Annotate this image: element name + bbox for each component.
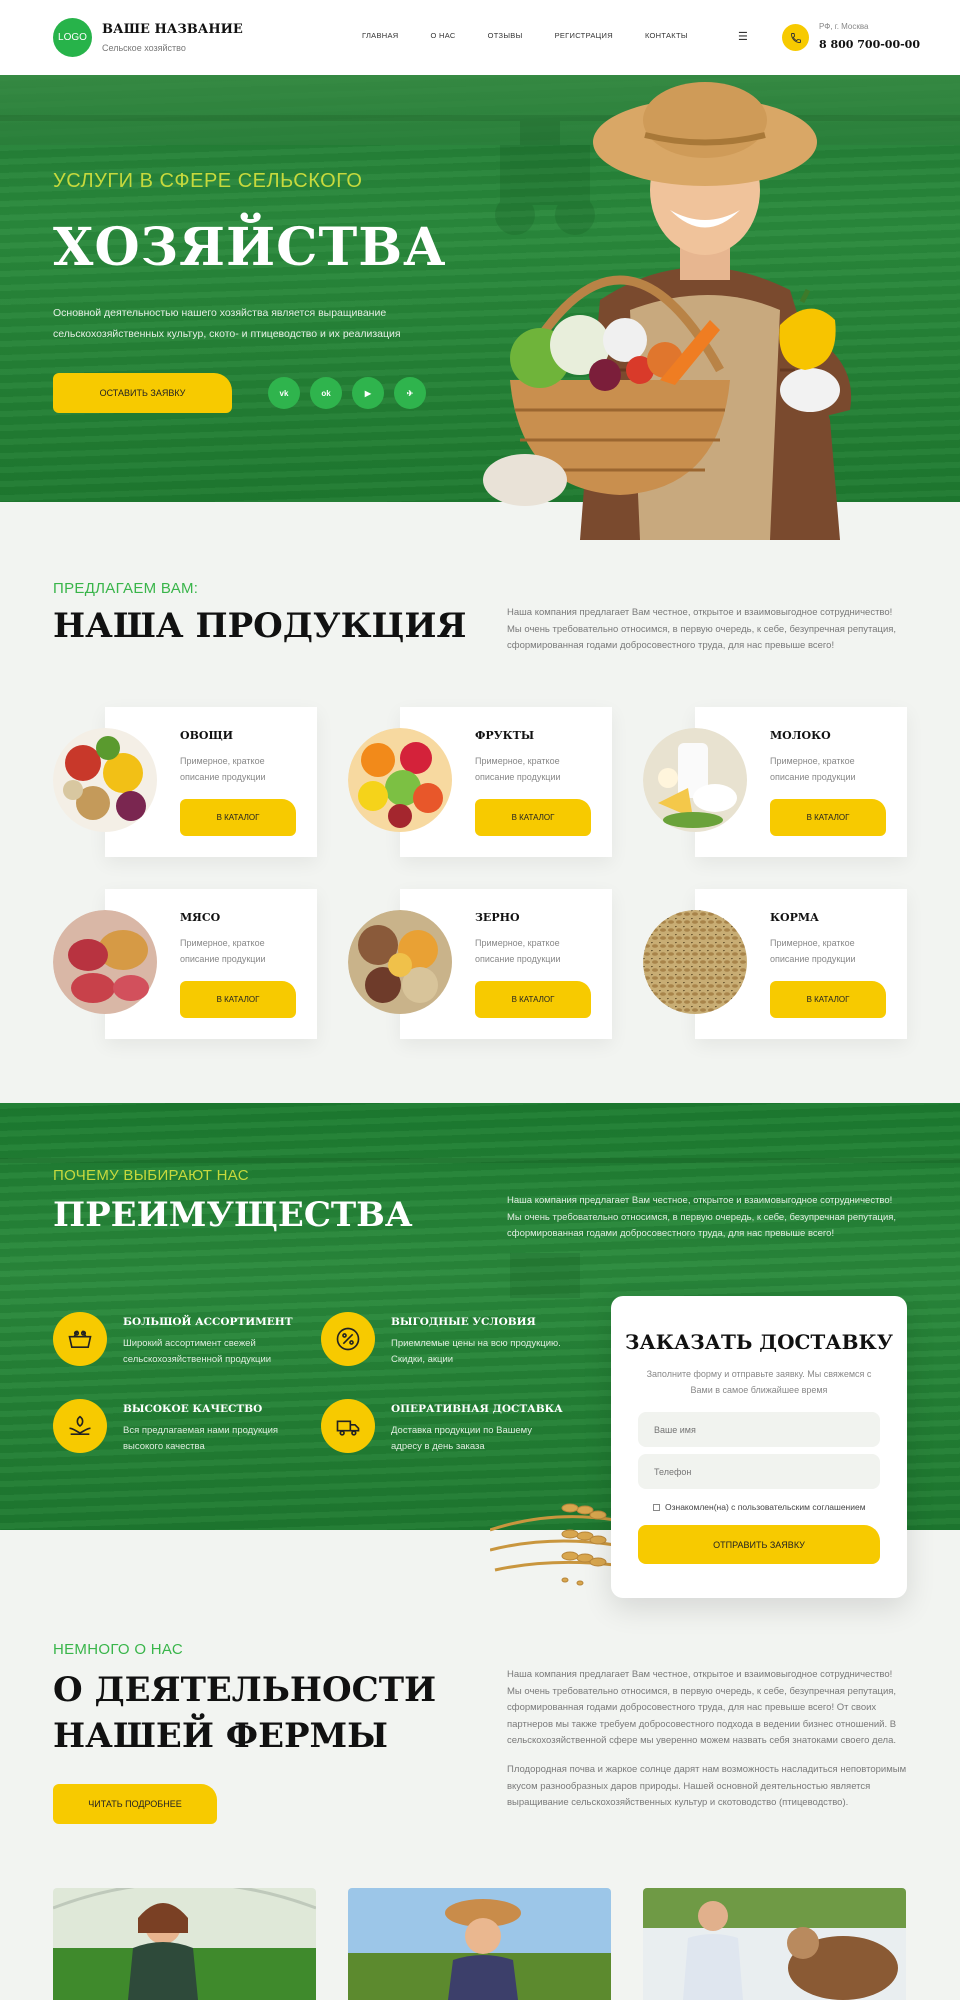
catalog-button[interactable]: В КАТАЛОГ: [770, 981, 886, 1018]
brand-title: ВАШЕ НАЗВАНИЕ: [102, 22, 243, 37]
phone-input[interactable]: [638, 1454, 880, 1489]
wheat-image: [490, 1503, 616, 1586]
advantage-desc: Широкий ассортимент свежей сельскохозяйс…: [123, 1338, 272, 1365]
about-text-1: Наша компания предлагает Вам честное, от…: [507, 1669, 897, 1746]
nav-registration[interactable]: РЕГИСТРАЦИЯ: [555, 31, 613, 40]
vegetables-image: [53, 728, 157, 832]
product-desc: Примерное, краткое описание продукции: [475, 938, 561, 964]
brand-subtitle: Сельское хозяйство: [102, 43, 186, 53]
product-title: КОРМА: [770, 911, 819, 924]
products-text: Наша компания предлагает Вам честное, от…: [507, 607, 897, 651]
catalog-button[interactable]: В КАТАЛОГ: [770, 799, 886, 836]
team-photo-1: [53, 1888, 316, 2000]
nav-home[interactable]: ГЛАВНАЯ: [362, 31, 399, 40]
header-city: РФ, г. Москва: [819, 22, 869, 31]
vk-icon[interactable]: vk: [268, 377, 300, 409]
fruits-image: [348, 728, 452, 832]
name-input[interactable]: [638, 1412, 880, 1447]
discount-icon: [321, 1312, 375, 1366]
submit-request-button[interactable]: ОТПРАВИТЬ ЗАЯВКУ: [638, 1525, 880, 1564]
leave-request-button[interactable]: ОСТАВИТЬ ЗАЯВКУ: [53, 373, 232, 413]
catalog-button[interactable]: В КАТАЛОГ: [475, 799, 591, 836]
advantages-title: ПРЕИМУЩЕСТВА: [53, 1195, 413, 1235]
feed-image: [643, 910, 747, 1014]
product-title: ЗЕРНО: [475, 911, 520, 924]
catalog-button[interactable]: В КАТАЛОГ: [180, 799, 296, 836]
youtube-icon[interactable]: ▶: [352, 377, 384, 409]
basket-icon: [53, 1312, 107, 1366]
farmer-image: [483, 82, 852, 540]
product-title: МЯСО: [180, 911, 221, 924]
advantage-desc: Приемлемые цены на всю продукцию. Скидки…: [391, 1338, 561, 1365]
agreement-checkbox[interactable]: Ознакомлен(на) с пользовательским соглаш…: [653, 1502, 866, 1512]
read-more-button[interactable]: ЧИТАТЬ ПОДРОБНЕЕ: [53, 1784, 217, 1824]
nav-about[interactable]: О НАС: [431, 31, 456, 40]
social-links: vk ok ▶ ✈: [268, 377, 426, 409]
main-nav: ГЛАВНАЯ О НАС ОТЗЫВЫ РЕГИСТРАЦИЯ КОНТАКТ…: [362, 31, 688, 40]
hero-title: ХОЗЯЙСТВА: [53, 217, 447, 278]
brand: ВАШЕ НАЗВАНИЕ Сельское хозяйство: [102, 22, 243, 53]
hero-pretitle: УСЛУГИ В СФЕРЕ СЕЛЬСКОГО: [53, 170, 363, 192]
products-title: НАША ПРОДУКЦИЯ: [53, 606, 467, 646]
about-pretitle: НЕМНОГО О НАС: [53, 1641, 184, 1658]
quality-hands-icon: [53, 1399, 107, 1453]
product-desc: Примерное, краткое описание продукции: [770, 938, 856, 964]
phone-icon[interactable]: [782, 24, 809, 51]
telegram-icon[interactable]: ✈: [394, 377, 426, 409]
advantage-title: ВЫСОКОЕ КАЧЕСТВО: [123, 1403, 263, 1415]
advantage-title: ОПЕРАТИВНАЯ ДОСТАВКА: [391, 1403, 563, 1415]
product-title: ФРУКТЫ: [475, 729, 535, 742]
team-photo-2: [348, 1888, 611, 2000]
advantages-text: Наша компания предлагает Вам честное, от…: [507, 1195, 897, 1239]
menu-icon[interactable]: ☰: [738, 30, 748, 43]
about-title-line2: НАШЕЙ ФЕРМЫ: [53, 1716, 389, 1756]
site-header: LOGO ВАШЕ НАЗВАНИЕ Сельское хозяйство ГЛ…: [0, 0, 960, 75]
checkbox-box[interactable]: [653, 1503, 660, 1511]
catalog-button[interactable]: В КАТАЛОГ: [475, 981, 591, 1018]
product-desc: Примерное, краткое описание продукции: [770, 756, 856, 782]
product-desc: Примерное, краткое описание продукции: [180, 756, 266, 782]
milk-image: [643, 728, 747, 832]
about-text-2: Плодородная почва и жаркое солнце дарят …: [507, 1764, 907, 1808]
advantage-title: ВЫГОДНЫЕ УСЛОВИЯ: [391, 1316, 536, 1328]
advantage-desc: Вся предлагаемая нами продукция высокого…: [123, 1425, 279, 1452]
advantage-desc: Доставка продукции по Вашему адресу в де…: [391, 1425, 533, 1452]
hero-description: Основной деятельностью нашего хозяйства …: [53, 307, 401, 340]
product-desc: Примерное, краткое описание продукции: [475, 756, 561, 782]
delivery-form: ЗАКАЗАТЬ ДОСТАВКУ Заполните форму и отпр…: [611, 1296, 907, 1598]
grain-image: [348, 910, 452, 1014]
delivery-icon: [321, 1399, 375, 1453]
odnoklassniki-icon[interactable]: ok: [310, 377, 342, 409]
product-desc: Примерное, краткое описание продукции: [180, 938, 266, 964]
about-title-line1: О ДЕЯТЕЛЬНОСТИ: [53, 1670, 437, 1710]
advantage-title: БОЛЬШОЙ АССОРТИМЕНТ: [123, 1316, 293, 1328]
form-title: ЗАКАЗАТЬ ДОСТАВКУ: [625, 1330, 893, 1354]
catalog-button[interactable]: В КАТАЛОГ: [180, 981, 296, 1018]
advantages-pretitle: ПОЧЕМУ ВЫБИРАЮТ НАС: [53, 1167, 249, 1184]
team-photo-3: [643, 1888, 906, 2000]
header-phone[interactable]: 8 800 700-00-00: [819, 38, 920, 51]
product-title: ОВОЩИ: [180, 729, 234, 742]
product-title: МОЛОКО: [770, 729, 831, 742]
nav-contacts[interactable]: КОНТАКТЫ: [645, 31, 688, 40]
nav-reviews[interactable]: ОТЗЫВЫ: [488, 31, 523, 40]
meat-image: [53, 910, 157, 1014]
logo[interactable]: LOGO: [53, 18, 92, 57]
agreement-label: Ознакомлен(на) с пользовательским соглаш…: [665, 1502, 866, 1512]
form-description: Заполните форму и отправьте заявку. Мы с…: [646, 1369, 872, 1395]
products-pretitle: ПРЕДЛАГАЕМ ВАМ:: [53, 580, 199, 597]
